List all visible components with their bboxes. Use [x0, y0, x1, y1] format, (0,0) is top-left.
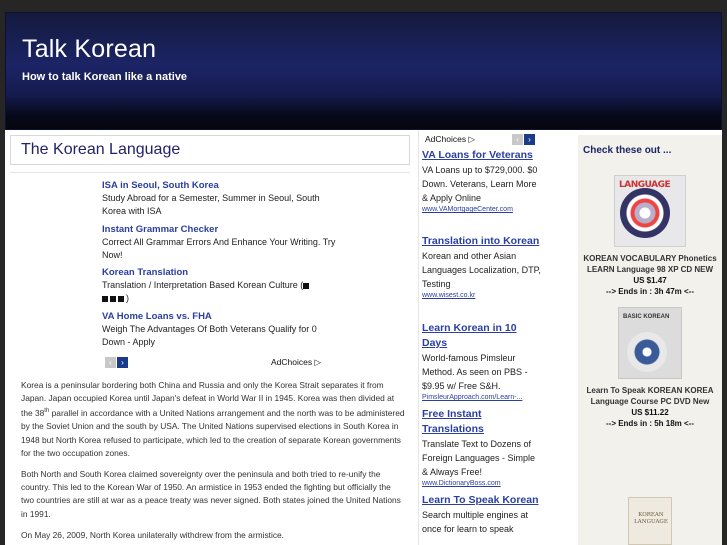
article-body: Korea is a peninsular bordering both Chi… — [21, 379, 405, 545]
adchoices-link[interactable]: AdChoices ▷ — [271, 357, 321, 368]
inline-ad-title[interactable]: VA Home Loans vs. FHA — [102, 310, 337, 323]
inline-ad[interactable]: Korean Translation Translation / Interpr… — [102, 266, 337, 305]
product-ends: --> Ends in : 5h 18m <-- — [605, 419, 694, 428]
column-ad[interactable]: Translation into Korean Korean and other… — [422, 234, 542, 301]
column-ad-title[interactable]: Translation into Korean — [422, 234, 542, 249]
cd-disc-icon — [620, 188, 670, 238]
column-ad[interactable]: VA Loans for Veterans VA Loans up to $72… — [422, 148, 542, 215]
product-art-label: BASIC KOREAN — [623, 314, 670, 320]
column-ad-url[interactable]: www.VAMortgageCenter.com — [422, 205, 542, 215]
dvd-disc-icon — [627, 332, 667, 372]
square-glyph-icon — [110, 295, 116, 302]
product-image[interactable]: LANGUAGE — [614, 175, 686, 247]
column-ad[interactable]: Learn Korean in 10 Days World-famous Pim… — [422, 321, 542, 403]
sidebar: Check these out ... LANGUAGE KOREAN VOCA… — [578, 135, 722, 545]
main-column: The Korean Language ISA in Seoul, South … — [5, 130, 415, 545]
product-item[interactable]: LANGUAGE KOREAN VOCABULARY Phonetics LEA… — [578, 175, 722, 297]
inline-ad-desc: Study Abroad for a Semester, Summer in S… — [102, 193, 320, 216]
adchoices-icon: ▷ — [468, 134, 476, 144]
inline-ad-title[interactable]: Instant Grammar Checker — [102, 223, 337, 236]
post-title[interactable]: The Korean Language — [21, 141, 180, 159]
product-price: US $11.22 — [631, 408, 669, 417]
inline-ad[interactable]: Instant Grammar Checker Correct All Gram… — [102, 223, 337, 262]
article-paragraph: On May 26, 2009, North Korea unilaterall… — [21, 529, 284, 540]
inline-ad-desc: Translation / Interpretation Based Korea… — [102, 279, 337, 305]
product-price: US $1.47 — [633, 276, 667, 285]
inline-ad[interactable]: VA Home Loans vs. FHA Weigh The Advantag… — [102, 310, 337, 349]
ad-next-button[interactable]: › — [117, 357, 128, 368]
content-area: The Korean Language ISA in Seoul, South … — [5, 130, 722, 545]
product-title[interactable]: KOREAN VOCABULARY Phonetics LEARN Langua… — [578, 253, 722, 275]
column-ad-desc: Search multiple engines at once for lear… — [422, 510, 529, 534]
site-tagline: How to talk Korean like a native — [22, 71, 188, 83]
square-glyph-icon — [303, 282, 310, 289]
inline-ad-block: ISA in Seoul, South Korea Study Abroad f… — [10, 172, 410, 372]
column-ad-desc: VA Loans up to $729,000. $0 Down. Vetera… — [422, 165, 538, 203]
inline-ad[interactable]: ISA in Seoul, South Korea Study Abroad f… — [102, 179, 337, 218]
square-glyph-icon — [102, 295, 108, 302]
column-ad-url[interactable]: www.wisest.co.kr — [422, 291, 542, 301]
adchoices-icon: ▷ — [314, 357, 322, 367]
column-ad-url[interactable]: PimsleurApproach.com/Learn-... — [422, 393, 542, 403]
post-title-box: The Korean Language — [10, 135, 410, 165]
column-ad-title[interactable]: Free Instant Translations — [422, 407, 542, 437]
column-ad[interactable]: Learn To Speak Korean Search multiple en… — [422, 493, 542, 536]
square-glyph-icon — [118, 295, 124, 302]
inline-ad-desc: Correct All Grammar Errors And Enhance Y… — [102, 237, 336, 260]
column-ad-title[interactable]: VA Loans for Veterans — [422, 148, 542, 163]
product-item[interactable]: BASIC KOREAN Learn To Speak KOREAN KOREA… — [578, 307, 722, 429]
ad-column: AdChoices ▷ ‹ › VA Loans for Veterans VA … — [418, 130, 578, 545]
column-ad-title[interactable]: Learn To Speak Korean — [422, 493, 542, 508]
ad-prev-button[interactable]: ‹ — [512, 134, 523, 145]
page-frame: Talk Korean How to talk Korean like a na… — [0, 0, 727, 545]
column-ad-desc: World-famous Pimsleur Method. As seen on… — [422, 353, 528, 391]
sidebar-heading: Check these out ... — [583, 145, 672, 156]
column-ad-url[interactable]: www.DictionaryBoss.com — [422, 479, 542, 489]
column-ad-desc: Translate Text to Dozens of Foreign Lang… — [422, 439, 536, 477]
article-paragraph: Both North and South Korea claimed sover… — [21, 469, 401, 519]
inline-ad-title[interactable]: Korean Translation — [102, 266, 337, 279]
inline-ad-nav: ‹ › — [105, 357, 129, 375]
product-ends: --> Ends in : 3h 47m <-- — [605, 287, 694, 296]
product-item[interactable]: KOREAN LANGUAGE — [578, 497, 722, 545]
product-image[interactable]: BASIC KOREAN — [618, 307, 682, 379]
inline-ad-desc: Weigh The Advantages Of Both Veterans Qu… — [102, 324, 317, 347]
article-paragraph: Korea is a peninsular bordering both Chi… — [21, 380, 405, 458]
column-ad[interactable]: Free Instant Translations Translate Text… — [422, 407, 542, 489]
ad-prev-button[interactable]: ‹ — [105, 357, 116, 368]
product-title[interactable]: Learn To Speak KOREAN KOREA Language Cou… — [578, 385, 722, 407]
column-ad-desc: Korean and other Asian Languages Localiz… — [422, 251, 541, 289]
adchoices-link[interactable]: AdChoices ▷ — [425, 134, 475, 145]
inline-ad-title[interactable]: ISA in Seoul, South Korea — [102, 179, 337, 192]
product-image[interactable]: KOREAN LANGUAGE — [628, 497, 672, 545]
product-art-label: KOREAN LANGUAGE — [634, 512, 668, 525]
site-header: Talk Korean How to talk Korean like a na… — [5, 12, 722, 130]
ad-next-button[interactable]: › — [524, 134, 535, 145]
column-ad-title[interactable]: Learn Korean in 10 Days — [422, 321, 542, 351]
site-title[interactable]: Talk Korean — [22, 35, 156, 64]
